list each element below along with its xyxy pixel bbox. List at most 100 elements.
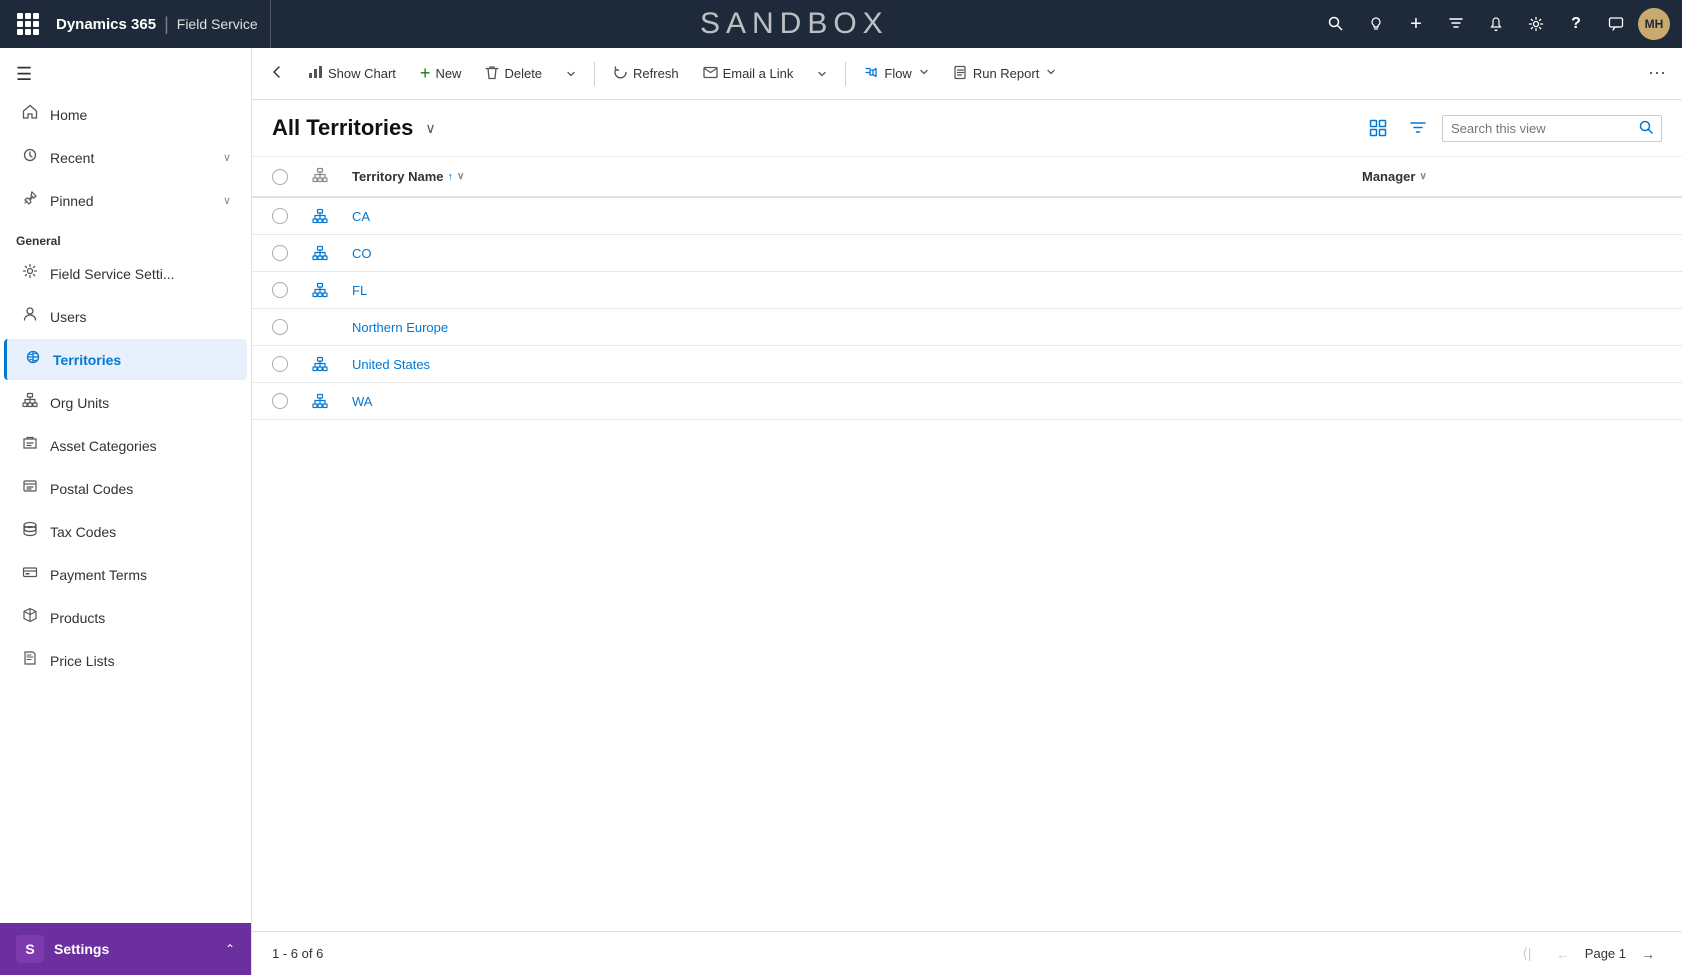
users-icon <box>20 306 40 327</box>
sidebar-item-home[interactable]: Home <box>4 94 247 135</box>
row-select-circle[interactable] <box>272 393 288 409</box>
row-territory-icon <box>312 356 352 372</box>
help-nav-button[interactable]: ? <box>1558 6 1594 42</box>
settings-nav-item[interactable]: S Settings ⌃ <box>0 923 251 975</box>
sidebar-item-users[interactable]: Users <box>4 296 247 337</box>
run-report-dropdown-icon <box>1046 67 1056 80</box>
bell-nav-button[interactable] <box>1478 6 1514 42</box>
header-icon-col <box>312 167 352 186</box>
row-territory-name[interactable]: FL <box>352 283 1362 298</box>
row-checkbox[interactable] <box>272 282 312 298</box>
next-page-button[interactable]: → <box>1634 940 1662 968</box>
row-select-circle[interactable] <box>272 245 288 261</box>
sidebar-item-payment-terms[interactable]: Payment Terms <box>4 554 247 595</box>
row-checkbox[interactable] <box>272 356 312 372</box>
refresh-icon <box>613 65 628 83</box>
sidebar-item-products[interactable]: Products <box>4 597 247 638</box>
row-select-circle[interactable] <box>272 319 288 335</box>
delete-button[interactable]: Delete <box>475 59 552 89</box>
row-territory-name[interactable]: CO <box>352 246 1362 261</box>
row-checkbox[interactable] <box>272 319 312 335</box>
prev-page-button[interactable]: ← <box>1549 940 1577 968</box>
flow-icon <box>864 65 879 83</box>
refresh-button[interactable]: Refresh <box>603 59 689 89</box>
sidebar-item-tax-codes[interactable]: Tax Codes <box>4 511 247 552</box>
first-page-button[interactable]: ⟨| <box>1513 940 1541 968</box>
flow-button[interactable]: Flow <box>854 59 938 89</box>
flow-label: Flow <box>884 66 911 81</box>
recent-chevron: ∨ <box>223 151 231 164</box>
chat-nav-button[interactable] <box>1598 6 1634 42</box>
row-territory-name[interactable]: United States <box>352 357 1362 372</box>
search-nav-button[interactable] <box>1318 6 1354 42</box>
sidebar-item-org-units[interactable]: Org Units <box>4 382 247 423</box>
postal-codes-icon <box>20 478 40 499</box>
back-button[interactable] <box>260 59 294 88</box>
new-icon: + <box>420 63 431 84</box>
view-header-actions <box>1362 112 1662 144</box>
sidebar-item-price-lists[interactable]: Price Lists <box>4 640 247 681</box>
manager-header[interactable]: Manager ∨ <box>1362 169 1662 184</box>
territory-name-header[interactable]: Territory Name ↑ ∨ <box>352 169 1362 184</box>
sidebar-label-postal-codes: Postal Codes <box>50 481 133 497</box>
show-chart-icon <box>308 65 323 83</box>
back-icon <box>270 65 284 82</box>
sort-dropdown-icon[interactable]: ∨ <box>457 171 464 182</box>
app-grid-button[interactable] <box>12 0 44 48</box>
table-row[interactable]: United States <box>252 346 1682 383</box>
email-icon <box>703 66 718 82</box>
sidebar-item-pinned[interactable]: Pinned ∨ <box>4 180 247 221</box>
row-select-circle[interactable] <box>272 208 288 224</box>
record-count: 1 - 6 of 6 <box>272 946 323 961</box>
row-territory-name[interactable]: CA <box>352 209 1362 224</box>
top-navigation: Dynamics 365 | Field Service SANDBOX + ?… <box>0 0 1682 48</box>
more-button[interactable]: ⋯ <box>1640 57 1674 90</box>
view-title: All Territories <box>272 115 413 141</box>
hamburger-button[interactable]: ☰ <box>0 48 251 93</box>
search-input[interactable] <box>1451 121 1633 136</box>
row-territory-name[interactable]: WA <box>352 394 1362 409</box>
table-row[interactable]: CA <box>252 198 1682 235</box>
table-row[interactable]: Northern Europe <box>252 309 1682 346</box>
view-selector-button[interactable] <box>1362 112 1394 144</box>
row-select-circle[interactable] <box>272 356 288 372</box>
header-checkbox[interactable] <box>272 169 312 185</box>
new-button[interactable]: + New <box>410 57 472 90</box>
table-row[interactable]: WA <box>252 383 1682 420</box>
sidebar-item-asset-categories[interactable]: Asset Categories <box>4 425 247 466</box>
select-all-circle[interactable] <box>272 169 288 185</box>
manager-dropdown-icon[interactable]: ∨ <box>1419 171 1426 182</box>
row-select-circle[interactable] <box>272 282 288 298</box>
manager-label: Manager <box>1362 169 1415 184</box>
sidebar-item-field-service-settings[interactable]: Field Service Setti... <box>4 253 247 294</box>
email-link-label: Email a Link <box>723 66 794 81</box>
filter-nav-button[interactable] <box>1438 6 1474 42</box>
email-link-button[interactable]: Email a Link <box>693 60 804 88</box>
delete-dropdown-button[interactable] <box>556 63 586 85</box>
data-table: Territory Name ↑ ∨ Manager ∨ CA <box>252 157 1682 931</box>
email-link-dropdown-button[interactable] <box>807 63 837 85</box>
show-chart-button[interactable]: Show Chart <box>298 59 406 89</box>
lightbulb-nav-button[interactable] <box>1358 6 1394 42</box>
row-checkbox[interactable] <box>272 245 312 261</box>
sidebar-item-label-recent: Recent <box>50 150 94 166</box>
user-avatar[interactable]: MH <box>1638 8 1670 40</box>
row-territory-name[interactable]: Northern Europe <box>352 320 1362 335</box>
table-row[interactable]: FL <box>252 272 1682 309</box>
sidebar-item-postal-codes[interactable]: Postal Codes <box>4 468 247 509</box>
gear-nav-button[interactable] <box>1518 6 1554 42</box>
table-row[interactable]: CO <box>252 235 1682 272</box>
sidebar-item-territories[interactable]: Territories <box>4 339 247 380</box>
filter-view-button[interactable] <box>1402 112 1434 144</box>
search-icon[interactable] <box>1639 120 1653 137</box>
view-title-dropdown[interactable]: ∨ <box>425 120 435 137</box>
row-checkbox[interactable] <box>272 393 312 409</box>
sidebar: ☰ Home Recent ∨ Pinned ∨ General <box>0 48 252 975</box>
refresh-label: Refresh <box>633 66 679 81</box>
sidebar-label-payment-terms: Payment Terms <box>50 567 147 583</box>
row-checkbox[interactable] <box>272 208 312 224</box>
plus-nav-button[interactable]: + <box>1398 6 1434 42</box>
sidebar-item-recent[interactable]: Recent ∨ <box>4 137 247 178</box>
sidebar-item-label-pinned: Pinned <box>50 193 94 209</box>
run-report-button[interactable]: Run Report <box>943 59 1066 89</box>
